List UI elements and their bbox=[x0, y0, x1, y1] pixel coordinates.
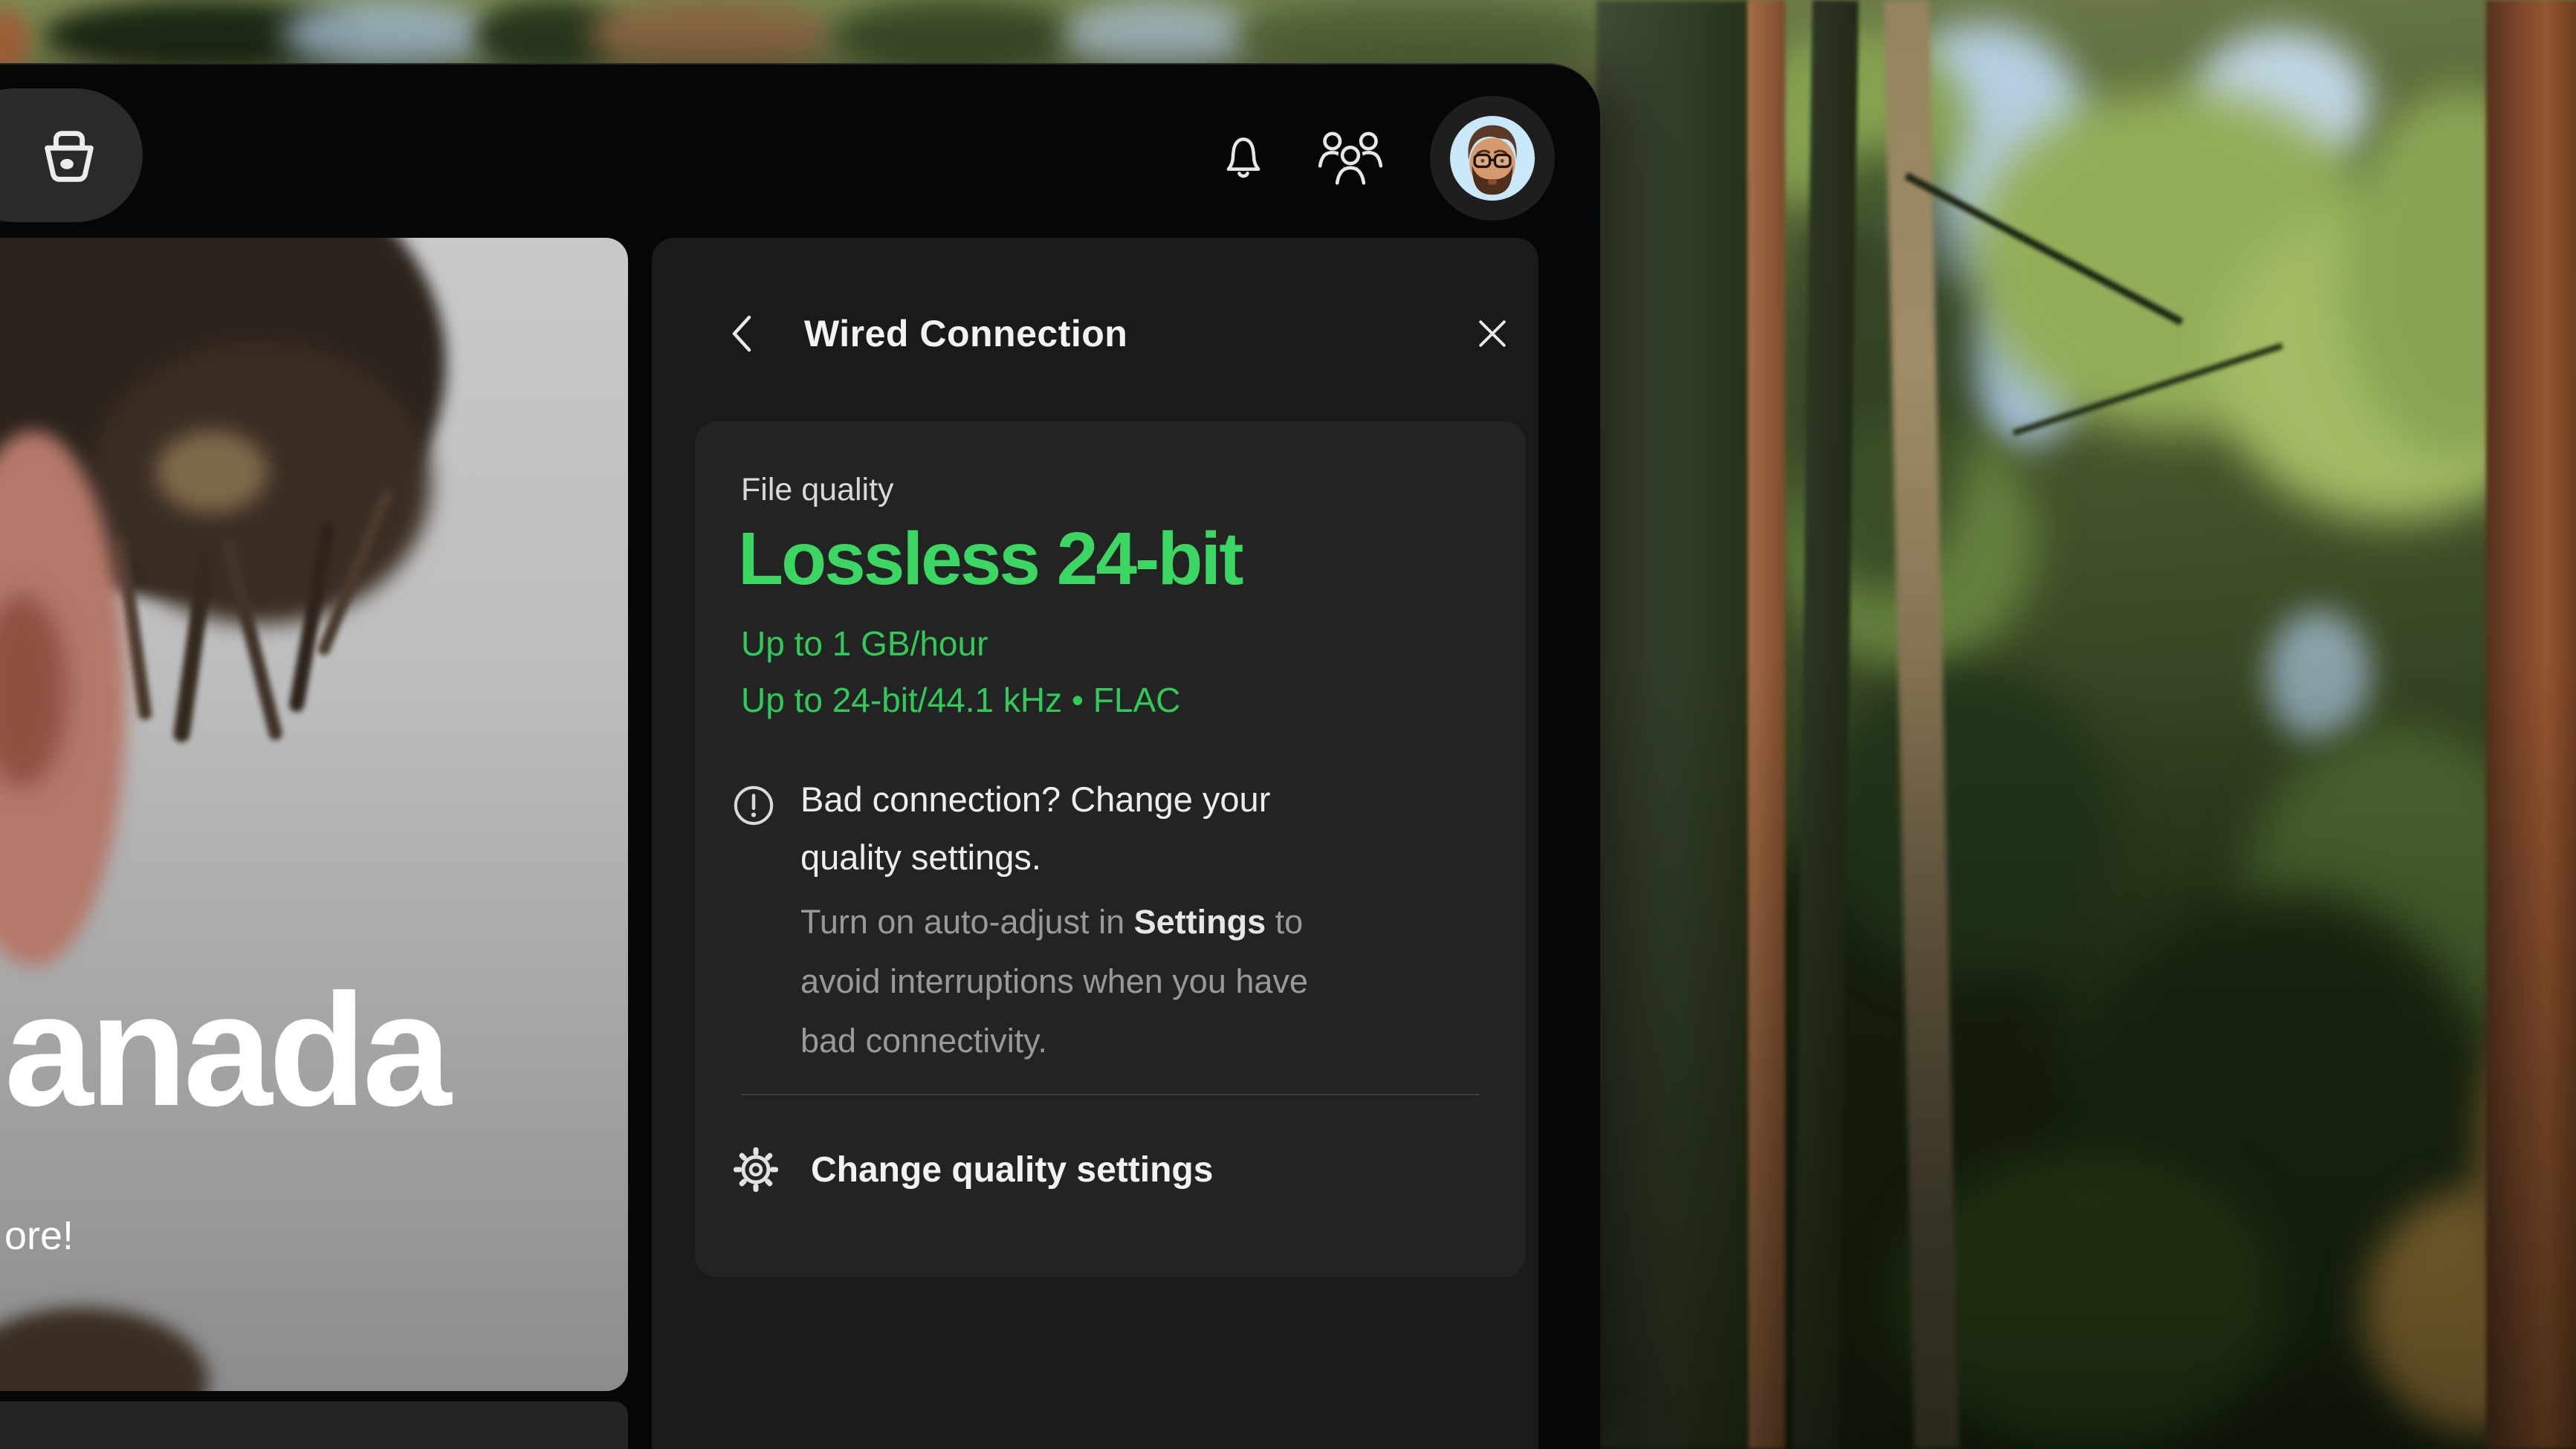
app-window: anada ore! Wired Connection File quality… bbox=[0, 63, 1600, 1449]
promo-banner[interactable]: anada ore! bbox=[0, 238, 628, 1391]
change-quality-button[interactable]: Change quality settings bbox=[732, 1146, 1213, 1193]
warning-body-line: avoid interruptions when you have bbox=[800, 952, 1308, 1011]
warning-text: Bad connection? Change your quality sett… bbox=[800, 771, 1308, 1071]
file-quality-label: File quality bbox=[741, 472, 894, 508]
gear-icon bbox=[732, 1146, 780, 1193]
quality-card: File quality Lossless 24-bit Up to 1 GB/… bbox=[695, 421, 1526, 1277]
top-bar bbox=[0, 65, 1600, 238]
avatar[interactable] bbox=[1430, 96, 1555, 221]
warning-body: Turn on auto-adjust in Settings to avoid… bbox=[800, 892, 1308, 1071]
banner-caption: ore! bbox=[4, 1213, 74, 1259]
panel-title: Wired Connection bbox=[804, 314, 1127, 354]
alert-circle-icon bbox=[732, 784, 775, 827]
settings-link[interactable]: Settings bbox=[1134, 903, 1266, 941]
quality-detail-bitrate: Up to 1 GB/hour bbox=[741, 623, 988, 664]
banner-headline: anada bbox=[4, 970, 447, 1129]
close-button close-icon[interactable] bbox=[1473, 314, 1512, 353]
bell-icon[interactable] bbox=[1217, 129, 1270, 186]
change-quality-label: Change quality settings bbox=[811, 1150, 1213, 1190]
warning-body-text: to bbox=[1266, 903, 1303, 941]
warning-body-text: Turn on auto-adjust in bbox=[800, 903, 1134, 941]
tray-button[interactable] bbox=[0, 88, 143, 222]
divider bbox=[741, 1094, 1480, 1095]
quality-panel: Wired Connection File quality Lossless 2… bbox=[652, 238, 1538, 1449]
shoulder-blob bbox=[0, 1308, 208, 1391]
quality-detail-format: Up to 24-bit/44.1 kHz • FLAC bbox=[741, 680, 1180, 720]
hair-highlight bbox=[156, 431, 268, 513]
warning-title-line: quality settings. bbox=[800, 829, 1308, 886]
quality-value: Lossless 24-bit bbox=[738, 516, 1242, 602]
warning-body-line: bad connectivity. bbox=[800, 1011, 1308, 1071]
warning-row: Bad connection? Change your quality sett… bbox=[732, 771, 1308, 1071]
back-button chevron-left-icon[interactable] bbox=[725, 311, 758, 356]
basket-icon bbox=[34, 120, 104, 190]
screenshot-canvas: anada ore! Wired Connection File quality… bbox=[0, 0, 2576, 1449]
next-banner-peek bbox=[0, 1401, 628, 1449]
people-icon[interactable] bbox=[1316, 128, 1385, 189]
warning-title-line: Bad connection? Change your bbox=[800, 771, 1308, 829]
avatar-memoji bbox=[1450, 116, 1535, 201]
warning-body-line: Turn on auto-adjust in Settings to bbox=[800, 892, 1308, 952]
